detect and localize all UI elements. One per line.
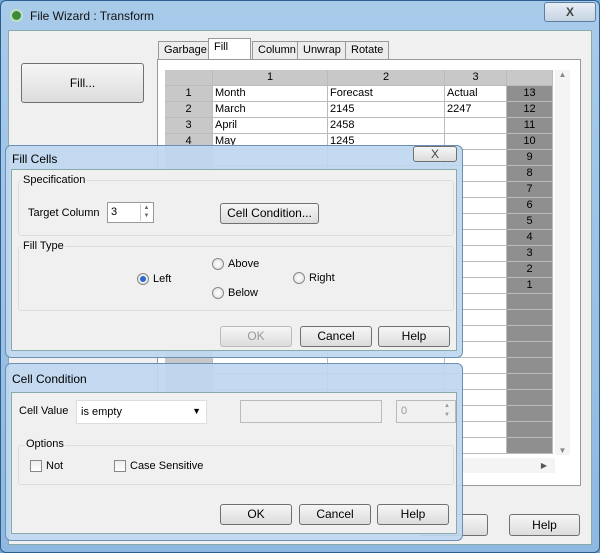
spinner[interactable]: ▲ ▼ (140, 204, 152, 221)
radio-right[interactable] (293, 272, 305, 284)
close-button[interactable]: X (544, 2, 596, 22)
table-cell[interactable]: April (213, 118, 328, 134)
scroll-right-icon[interactable]: ▶ (541, 461, 547, 470)
count-cell[interactable] (507, 342, 553, 358)
tab-rotate[interactable]: Rotate (345, 41, 390, 59)
case-sensitive-checkbox[interactable] (114, 460, 126, 472)
window-title: File Wizard : Transform (30, 9, 155, 23)
column-header[interactable]: 1 (213, 70, 328, 86)
value-input[interactable] (240, 400, 382, 423)
count-cell[interactable]: 2 (507, 262, 553, 278)
count-cell[interactable] (507, 406, 553, 422)
count-cell[interactable] (507, 326, 553, 342)
number-input[interactable]: 0 ▲ ▼ (396, 400, 456, 423)
cell-value-dropdown[interactable]: is empty ▼ (76, 400, 207, 424)
fill-type-label: Fill Type (22, 240, 65, 252)
count-cell[interactable] (507, 438, 553, 454)
column-header[interactable]: 2 (328, 70, 445, 86)
fill-button[interactable]: Fill... (21, 63, 144, 103)
spinner[interactable]: ▲ ▼ (440, 402, 454, 421)
count-header[interactable] (507, 70, 553, 86)
cancel-button[interactable]: Cancel (299, 504, 371, 525)
close-button[interactable]: X (413, 146, 457, 162)
tab-fill[interactable]: Fill (208, 38, 251, 60)
radio-below[interactable] (212, 287, 224, 299)
below-label: Below (228, 287, 258, 299)
radio-left[interactable] (137, 273, 149, 285)
row-header[interactable]: 3 (165, 118, 213, 134)
row-header[interactable]: 2 (165, 102, 213, 118)
count-cell[interactable]: 13 (507, 86, 553, 102)
cell-condition-button[interactable]: Cell Condition... (220, 203, 319, 224)
specification-label: Specification (22, 174, 87, 186)
count-cell[interactable]: 8 (507, 166, 553, 182)
fill-cells-dialog: Fill Cells X Specification Target Column… (5, 145, 463, 358)
corner-header[interactable] (165, 70, 213, 86)
table-cell[interactable]: 2458 (328, 118, 445, 134)
dialog-title: Fill Cells (12, 152, 58, 166)
count-cell[interactable]: 12 (507, 102, 553, 118)
target-column-input[interactable]: 3 ▲ ▼ (107, 202, 154, 223)
count-cell[interactable] (507, 422, 553, 438)
table-cell[interactable]: Forecast (328, 86, 445, 102)
app-icon (10, 9, 23, 22)
main-help-button[interactable]: Help (509, 514, 580, 536)
chevron-down-icon: ▼ (192, 406, 201, 416)
count-cell[interactable]: 4 (507, 230, 553, 246)
table-cell[interactable]: 2145 (328, 102, 445, 118)
count-cell[interactable] (507, 358, 553, 374)
ok-button[interactable]: OK (220, 326, 292, 347)
case-sensitive-label: Case Sensitive (130, 460, 204, 472)
table-cell[interactable] (445, 118, 507, 134)
table-cell[interactable]: Actual (445, 86, 507, 102)
count-cell[interactable]: 9 (507, 150, 553, 166)
count-cell[interactable]: 1 (507, 278, 553, 294)
scroll-down-icon[interactable]: ▼ (555, 446, 570, 455)
left-label: Left (153, 273, 172, 285)
column-header[interactable]: 3 (445, 70, 507, 86)
right-label: Right (309, 272, 335, 284)
cell-value-label: Cell Value (19, 405, 69, 417)
table-cell[interactable]: March (213, 102, 328, 118)
count-cell[interactable] (507, 310, 553, 326)
count-cell[interactable]: 6 (507, 198, 553, 214)
count-cell[interactable] (507, 294, 553, 310)
count-cell[interactable]: 11 (507, 118, 553, 134)
count-cell[interactable]: 7 (507, 182, 553, 198)
not-checkbox[interactable] (30, 460, 42, 472)
tab-garbage[interactable]: Garbage (158, 41, 213, 59)
cancel-button[interactable]: Cancel (300, 326, 372, 347)
help-button[interactable]: Help (377, 504, 449, 525)
count-cell[interactable] (507, 390, 553, 406)
table-cell[interactable]: Month (213, 86, 328, 102)
cell-condition-dialog: Cell Condition Cell Value is empty ▼ 0 ▲ ▼ … (5, 363, 463, 541)
tab-column[interactable]: Column (252, 41, 302, 59)
count-cell[interactable]: 3 (507, 246, 553, 262)
help-button[interactable]: Help (378, 326, 450, 347)
radio-above[interactable] (212, 258, 224, 270)
vertical-scrollbar[interactable]: ▲ ▼ (555, 70, 570, 455)
count-cell[interactable]: 5 (507, 214, 553, 230)
dialog-title: Cell Condition (12, 372, 87, 386)
row-header[interactable]: 1 (165, 86, 213, 102)
scroll-up-icon[interactable]: ▲ (555, 70, 570, 79)
not-label: Not (46, 460, 64, 472)
tab-unwrap[interactable]: Unwrap (297, 41, 347, 59)
count-cell[interactable] (507, 374, 553, 390)
count-cell[interactable]: 10 (507, 134, 553, 150)
above-label: Above (228, 258, 260, 270)
options-label: Options (25, 438, 65, 450)
target-column-label: Target Column (28, 207, 100, 219)
table-cell[interactable]: 2247 (445, 102, 507, 118)
ok-button[interactable]: OK (220, 504, 292, 525)
